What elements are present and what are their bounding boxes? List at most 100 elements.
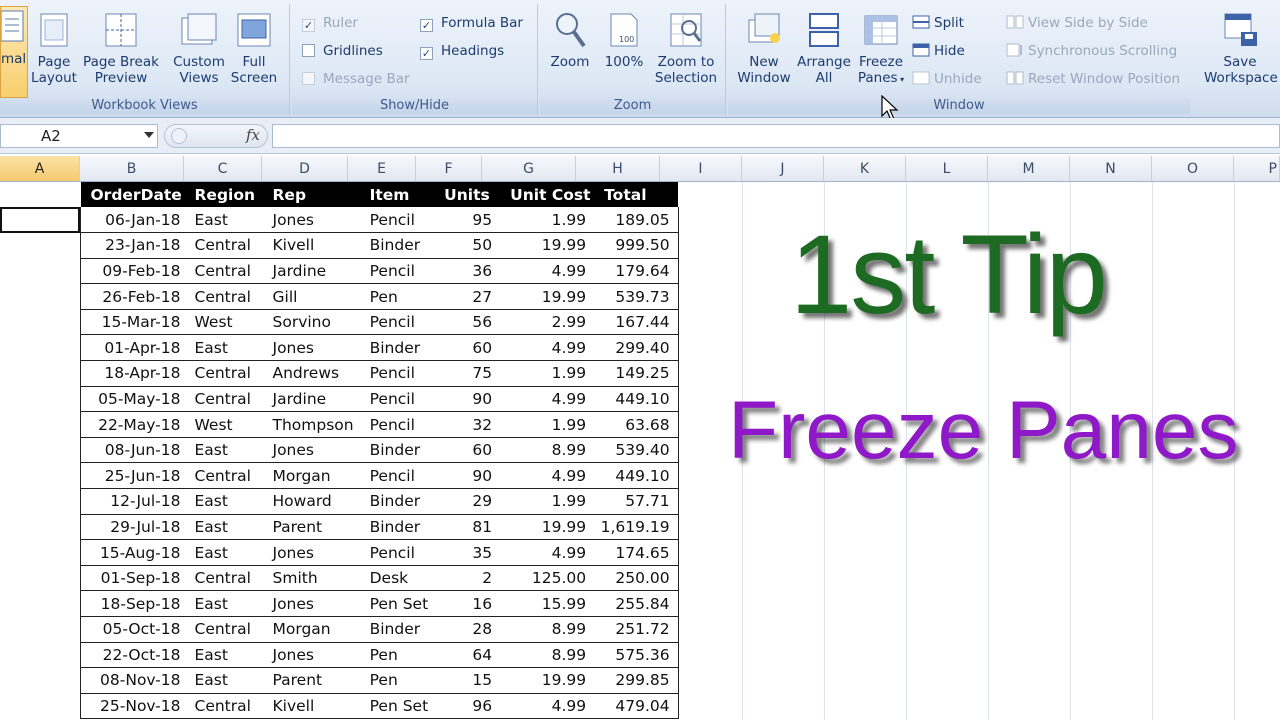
page-layout-button[interactable]: Page Layout [30, 10, 78, 86]
new-window-button[interactable]: New Window [732, 10, 796, 86]
table-cell[interactable]: 174.65 [594, 539, 679, 566]
zoom-100-button[interactable]: 100 100% [600, 10, 648, 70]
table-cell[interactable]: 22-May-18 [80, 411, 185, 438]
column-heading[interactable]: Units [434, 182, 501, 207]
table-cell[interactable]: Binder [359, 232, 435, 259]
table-cell[interactable]: 4.99 [500, 462, 595, 490]
table-cell[interactable]: Pen [359, 667, 435, 694]
table-cell[interactable]: Morgan [262, 462, 360, 490]
table-cell[interactable]: Jones [262, 207, 360, 234]
table-cell[interactable]: 29 [434, 488, 501, 515]
table-cell[interactable]: Parent [262, 514, 360, 541]
table-cell[interactable]: Pencil [359, 411, 435, 438]
table-cell[interactable]: 36 [434, 258, 501, 285]
table-cell[interactable]: 539.73 [594, 283, 679, 310]
table-cell[interactable]: Central [184, 283, 263, 310]
table-cell[interactable]: 57.71 [594, 488, 679, 515]
table-cell[interactable]: Pencil [359, 360, 435, 387]
table-cell[interactable]: 125.00 [500, 565, 595, 592]
table-cell[interactable]: 95 [434, 207, 501, 234]
table-cell[interactable]: 179.64 [594, 258, 679, 285]
table-cell[interactable]: Pencil [359, 207, 435, 234]
insert-function-icon[interactable]: fx [246, 126, 260, 144]
table-cell[interactable]: Kivell [262, 232, 360, 259]
column-heading[interactable]: Unit Cost [500, 182, 595, 207]
active-cell-a2[interactable] [0, 207, 80, 233]
column-header-n[interactable]: N [1070, 156, 1152, 182]
column-header-c[interactable]: C [184, 156, 262, 182]
table-cell[interactable]: 25-Jun-18 [80, 462, 185, 490]
column-header-h[interactable]: H [576, 156, 660, 182]
unhide-button[interactable]: Unhide [912, 69, 982, 89]
table-cell[interactable]: 60 [434, 437, 501, 464]
table-cell[interactable]: Jones [262, 437, 360, 464]
column-header-l[interactable]: L [906, 156, 988, 182]
table-cell[interactable]: East [184, 642, 263, 669]
table-cell[interactable]: 251.72 [594, 616, 679, 643]
table-cell[interactable]: Jardine [262, 386, 360, 413]
view-side-by-side-button[interactable]: View Side by Side [1006, 13, 1148, 33]
formula-input[interactable] [272, 124, 1280, 148]
split-button[interactable]: Split [912, 13, 964, 33]
column-header-g[interactable]: G [482, 156, 576, 182]
column-header-f[interactable]: F [416, 156, 482, 182]
table-cell[interactable]: Pen Set [359, 590, 435, 617]
table-cell[interactable]: 4.99 [500, 693, 595, 720]
column-heading[interactable]: Total [594, 182, 679, 207]
table-cell[interactable]: 19.99 [500, 232, 595, 259]
table-cell[interactable]: East [184, 539, 263, 566]
table-cell[interactable]: 15.99 [500, 590, 595, 617]
table-cell[interactable]: 4.99 [500, 258, 595, 285]
table-cell[interactable]: 449.10 [594, 462, 679, 490]
table-cell[interactable]: 4.99 [500, 539, 595, 566]
table-cell[interactable]: 2 [434, 565, 501, 592]
table-cell[interactable]: Binder [359, 488, 435, 515]
zoom-button[interactable]: Zoom [546, 10, 594, 70]
table-cell[interactable]: Pencil [359, 462, 435, 490]
table-cell[interactable]: 8.99 [500, 616, 595, 643]
freeze-panes-button[interactable]: Freeze Panes ▾ [854, 10, 908, 88]
table-cell[interactable]: 64 [434, 642, 501, 669]
table-cell[interactable]: 90 [434, 386, 501, 413]
table-cell[interactable]: Pen [359, 642, 435, 669]
table-cell[interactable]: 299.85 [594, 667, 679, 694]
column-header-j[interactable]: J [742, 156, 824, 182]
table-cell[interactable]: Pencil [359, 386, 435, 413]
table-cell[interactable]: 2.99 [500, 309, 595, 336]
hide-button[interactable]: Hide [912, 41, 965, 61]
table-cell[interactable]: East [184, 437, 263, 464]
table-cell[interactable]: East [184, 514, 263, 541]
table-cell[interactable]: Binder [359, 514, 435, 541]
column-heading[interactable]: Item [359, 182, 435, 207]
table-cell[interactable]: 16 [434, 590, 501, 617]
table-cell[interactable]: 08-Nov-18 [80, 667, 185, 694]
table-cell[interactable]: 189.05 [594, 207, 679, 234]
table-cell[interactable]: 19.99 [500, 283, 595, 310]
headings-checkbox[interactable]: ✓ Headings [420, 41, 504, 61]
ruler-checkbox[interactable]: ✓ Ruler [302, 13, 358, 33]
synchronous-scrolling-button[interactable]: Synchronous Scrolling [1006, 41, 1177, 61]
column-heading[interactable]: Rep [262, 182, 360, 207]
table-cell[interactable]: 1.99 [500, 207, 595, 234]
table-cell[interactable]: 1.99 [500, 488, 595, 515]
table-cell[interactable]: East [184, 207, 263, 234]
column-header-k[interactable]: K [824, 156, 906, 182]
table-cell[interactable]: 35 [434, 539, 501, 566]
table-cell[interactable]: Central [184, 565, 263, 592]
table-cell[interactable]: Desk [359, 565, 435, 592]
full-screen-button[interactable]: Full Screen [230, 10, 278, 86]
column-header-d[interactable]: D [262, 156, 348, 182]
table-cell[interactable]: 05-May-18 [80, 386, 185, 413]
message-bar-checkbox[interactable]: Message Bar [302, 69, 410, 89]
table-cell[interactable]: 8.99 [500, 642, 595, 669]
table-cell[interactable]: 75 [434, 360, 501, 387]
name-box-dropdown-icon[interactable] [144, 132, 154, 138]
table-cell[interactable]: Binder [359, 616, 435, 643]
table-cell[interactable]: Jones [262, 334, 360, 362]
table-cell[interactable]: 1,619.19 [594, 514, 679, 541]
table-cell[interactable]: Pencil [359, 539, 435, 566]
table-cell[interactable]: 56 [434, 309, 501, 336]
table-cell[interactable]: 32 [434, 411, 501, 438]
table-cell[interactable]: 4.99 [500, 334, 595, 362]
table-cell[interactable]: Thompson [262, 411, 360, 438]
